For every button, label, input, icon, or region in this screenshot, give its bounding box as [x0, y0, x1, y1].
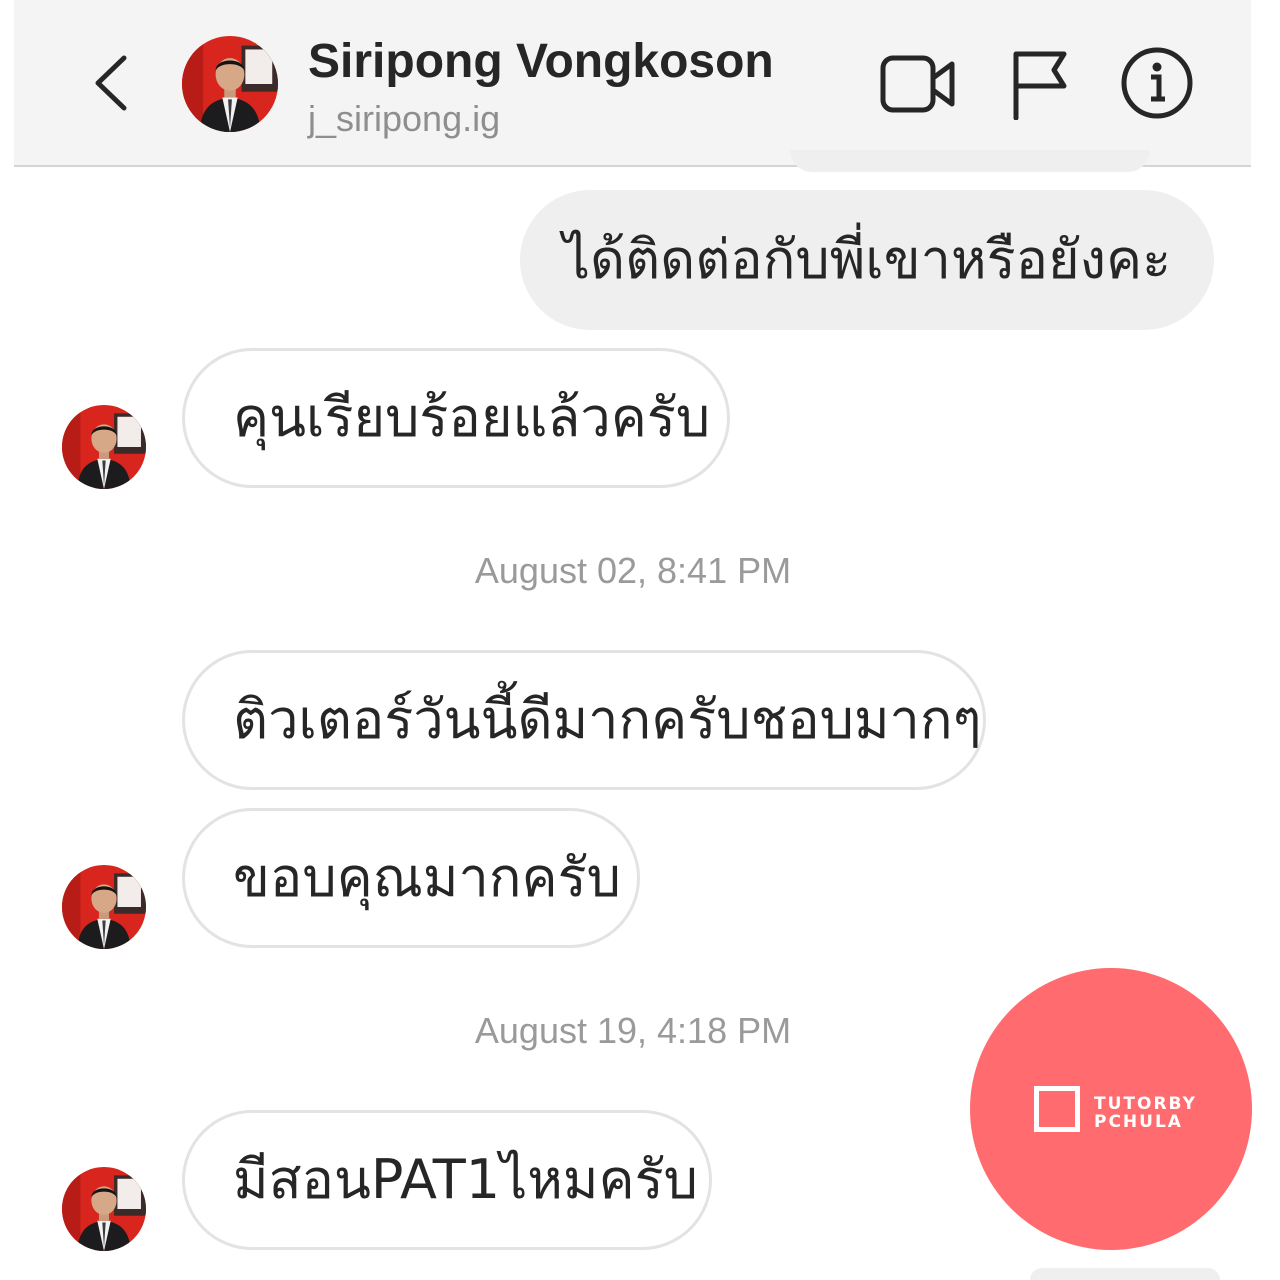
contact-handle: j_siripong.ig: [308, 98, 501, 139]
avatar[interactable]: [62, 405, 146, 489]
logo-text-line1: TUTORBY: [1094, 1094, 1197, 1114]
chat-header: Siripong Vongkoson j_siripong.ig: [14, 0, 1251, 167]
message-bubble-incoming[interactable]: คุนเรียบร้อยแล้วครับ: [182, 348, 730, 488]
partial-message-bubble: [790, 150, 1150, 172]
tutorby-pchula-logo-bubble[interactable]: TUTORBY PCHULA: [970, 968, 1252, 1250]
info-icon[interactable]: [1120, 46, 1194, 120]
chevron-left-icon[interactable]: [84, 50, 144, 116]
avatar[interactable]: [62, 1167, 146, 1251]
message-bubble-incoming[interactable]: มีสอนPAT1ไหมครับ: [182, 1110, 712, 1250]
message-bubble-incoming[interactable]: ติวเตอร์วันนี้ดีมากครับชอบมากๆ: [182, 650, 986, 790]
partial-message-bubble: [1030, 1268, 1220, 1280]
message-bubble-incoming[interactable]: ขอบคุณมากครับ: [182, 808, 640, 948]
video-call-icon[interactable]: [880, 52, 956, 116]
avatar[interactable]: [182, 36, 278, 132]
logo-square-icon: [1034, 1086, 1080, 1132]
message-bubble-outgoing[interactable]: ได้ติดต่อกับพี่เขาหรือยังคะ: [520, 190, 1214, 330]
avatar[interactable]: [62, 865, 146, 949]
logo-text-line2: PCHULA: [1094, 1112, 1183, 1132]
flag-icon[interactable]: [1010, 48, 1070, 120]
timestamp: August 02, 8:41 PM: [474, 550, 792, 591]
contact-name[interactable]: Siripong Vongkoson: [308, 34, 774, 89]
